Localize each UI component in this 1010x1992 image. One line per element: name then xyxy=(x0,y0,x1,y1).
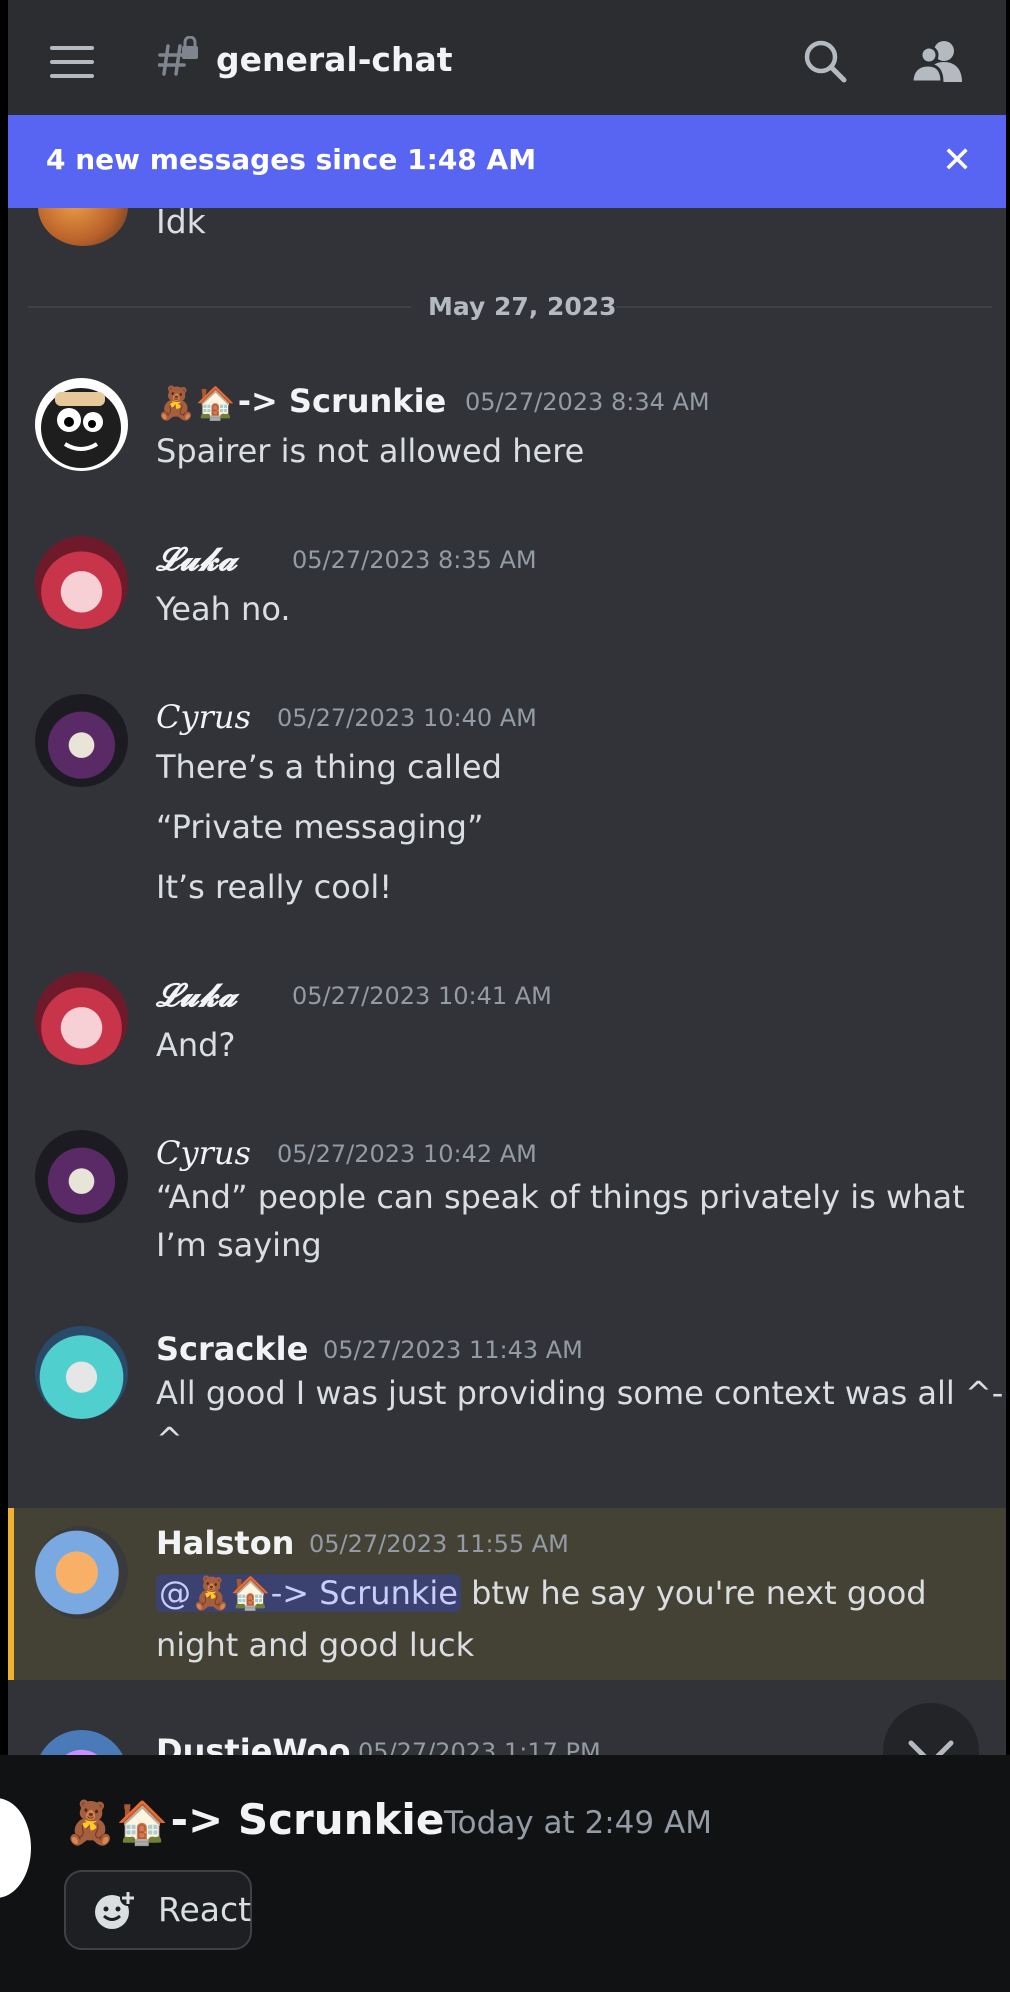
message-text: night and good luck xyxy=(156,1626,475,1664)
members-icon[interactable] xyxy=(912,38,962,84)
avatar[interactable] xyxy=(35,1730,128,1755)
close-icon[interactable]: ✕ xyxy=(942,143,972,179)
message-list[interactable]: Idk May 27, 2023 🧸🏠-> Scrunkie 05/27/202… xyxy=(8,208,1006,1755)
message-author[interactable]: DustieWoo xyxy=(156,1732,350,1755)
message-actions-sheet: 🧸🏠-> Scrunkie Today at 2:49 AM React xyxy=(0,1755,1010,1992)
new-messages-banner[interactable]: 4 new messages since 1:48 AM ✕ xyxy=(8,115,1006,208)
message-timestamp: 05/27/2023 11:43 AM xyxy=(323,1336,583,1364)
message-text: Spairer is not allowed here xyxy=(156,432,585,470)
new-messages-text: 4 new messages since 1:48 AM xyxy=(46,143,537,176)
message-text: And? xyxy=(156,1026,236,1064)
message-author[interactable]: 𝓛𝓾𝓴𝓪 xyxy=(156,540,237,579)
message-text: ^ xyxy=(156,1420,183,1458)
chevron-down-icon xyxy=(908,1740,954,1755)
avatar[interactable] xyxy=(35,694,128,787)
author-emoji: 🧸🏠 xyxy=(156,384,236,422)
channel-name[interactable]: general-chat xyxy=(216,40,453,79)
message-text: Idk xyxy=(156,208,206,241)
message-timestamp: 05/27/2023 10:41 AM xyxy=(292,982,552,1010)
message-timestamp: 05/27/2023 8:34 AM xyxy=(465,388,710,416)
avatar[interactable] xyxy=(35,536,128,629)
react-label: React xyxy=(158,1890,252,1929)
avatar[interactable] xyxy=(35,1526,128,1619)
discord-app: general-chat 4 new messages since 1:48 A… xyxy=(8,0,1006,1992)
message-text: It’s really cool! xyxy=(156,868,393,906)
message-author[interactable]: Cyrus xyxy=(156,1134,251,1172)
message-text: There’s a thing called xyxy=(156,748,502,786)
avatar[interactable] xyxy=(35,1326,128,1419)
jump-to-present-button[interactable] xyxy=(883,1703,979,1755)
message-text: Yeah no. xyxy=(156,590,291,628)
avatar[interactable] xyxy=(35,972,128,1065)
message-text: I’m saying xyxy=(156,1226,322,1264)
avatar[interactable] xyxy=(35,378,128,471)
avatar[interactable] xyxy=(35,1130,128,1223)
message-text: All good I was just providing some conte… xyxy=(156,1374,1004,1412)
message-timestamp: 05/27/2023 10:42 AM xyxy=(277,1140,537,1168)
author-emoji: 🧸🏠 xyxy=(64,1797,169,1847)
message-author[interactable]: Halston xyxy=(156,1524,294,1562)
message-author[interactable]: 🧸🏠-> Scrunkie xyxy=(156,382,446,422)
user-mention[interactable]: @🧸🏠-> Scrunkie xyxy=(156,1574,461,1612)
message-author: 🧸🏠-> Scrunkie xyxy=(64,1795,445,1847)
add-reaction-icon xyxy=(95,1890,136,1929)
message-text: @🧸🏠-> Scrunkie btw he say you're next go… xyxy=(156,1574,927,1612)
avatar[interactable] xyxy=(38,208,128,246)
message-timestamp: 05/27/2023 11:55 AM xyxy=(309,1530,569,1558)
message-timestamp: Today at 2:49 AM xyxy=(444,1805,712,1841)
message-text: “And” people can speak of things private… xyxy=(156,1178,965,1216)
mention-highlight-bar xyxy=(8,1508,14,1680)
react-button[interactable]: React xyxy=(64,1870,252,1950)
message-author[interactable]: Scrackle xyxy=(156,1330,308,1368)
avatar xyxy=(0,1795,34,1901)
menu-icon[interactable] xyxy=(50,46,94,78)
locked-channel-icon xyxy=(158,36,198,76)
message-text: “Private messaging” xyxy=(156,808,484,846)
message-author[interactable]: 𝓛𝓾𝓴𝓪 xyxy=(156,976,237,1015)
channel-header: general-chat xyxy=(8,0,1006,115)
date-divider-line xyxy=(28,306,411,308)
date-divider: May 27, 2023 xyxy=(428,292,617,321)
message-author[interactable]: Cyrus xyxy=(156,698,251,736)
message-timestamp: 05/27/2023 8:35 AM xyxy=(292,546,537,574)
search-icon[interactable] xyxy=(802,38,848,84)
date-divider-line xyxy=(616,306,992,308)
message-timestamp: 05/27/2023 1:17 PM xyxy=(358,1738,601,1755)
message-timestamp: 05/27/2023 10:40 AM xyxy=(277,704,537,732)
